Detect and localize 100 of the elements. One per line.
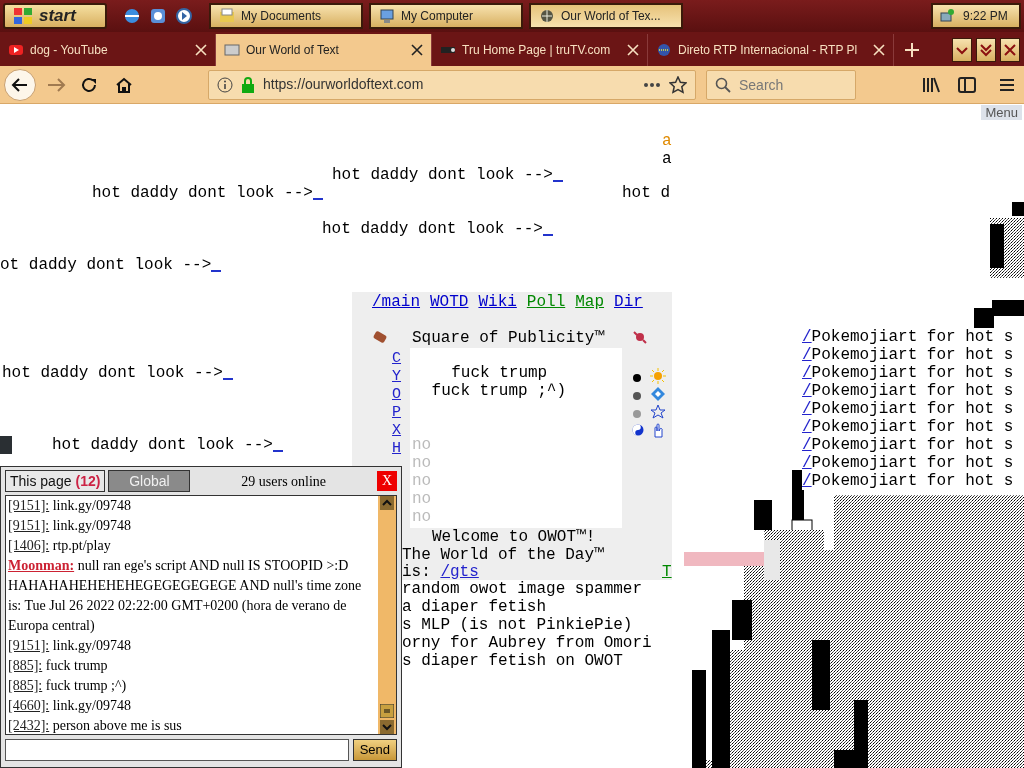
slash-link[interactable]: / xyxy=(802,454,812,472)
chat-message: [885]: fuck trump xyxy=(8,657,109,675)
slash-link[interactable]: / xyxy=(802,364,812,382)
slash-link[interactable]: / xyxy=(802,418,812,436)
star-icon[interactable] xyxy=(650,404,666,420)
search-icon xyxy=(715,76,731,93)
browser-tab[interactable]: Our World of Text xyxy=(216,34,432,66)
yin-yang-icon[interactable] xyxy=(632,424,644,436)
panel-link[interactable]: WOTD xyxy=(430,293,469,311)
menu-button[interactable]: Menu xyxy=(981,105,1022,120)
tab-title: Our World of Text xyxy=(246,42,340,59)
globe-icon xyxy=(539,8,555,24)
canvas-text: a xyxy=(662,150,672,168)
taskbar-button[interactable]: My Documents xyxy=(209,3,363,29)
taskbar-button[interactable]: My Computer xyxy=(369,3,523,29)
side-link[interactable]: X xyxy=(392,422,401,440)
close-icon[interactable] xyxy=(411,44,423,56)
sidebar-icon[interactable] xyxy=(958,75,976,94)
slash-link[interactable]: / xyxy=(802,400,812,418)
more-icon[interactable] xyxy=(643,81,661,88)
scroll-up-icon xyxy=(380,496,394,510)
chat-message: [9151]: link.gy/09748 xyxy=(8,517,132,535)
chat-message: [2432]: person above me is sus xyxy=(8,717,183,734)
canvas-text: Pokemojiart for hot s xyxy=(811,328,1014,346)
side-link[interactable]: C xyxy=(392,350,401,368)
home-icon[interactable] xyxy=(114,75,134,94)
close-button[interactable]: X xyxy=(377,471,397,491)
canvas-text: hot daddy dont look --> xyxy=(2,364,233,382)
canvas-text: s diaper fetish on OWOT xyxy=(402,652,623,670)
diamond-icon[interactable] xyxy=(650,386,666,402)
panel-link[interactable]: Map xyxy=(575,293,605,311)
close-window-button[interactable] xyxy=(1000,38,1020,62)
side-link[interactable]: O xyxy=(392,386,401,404)
panel-link[interactable]: T xyxy=(662,564,672,580)
faded-text: no xyxy=(412,490,432,508)
faded-text: no xyxy=(412,508,432,526)
back-button[interactable] xyxy=(4,68,36,101)
canvas-text: a diaper fetish xyxy=(402,598,547,616)
scroll-thumb-icon xyxy=(380,704,394,718)
taskbar-button[interactable]: Our World of Tex... xyxy=(529,3,683,29)
canvas-text: hot daddy dont look --> xyxy=(92,184,323,202)
close-icon xyxy=(1002,42,1018,58)
folder-icon xyxy=(219,8,235,24)
panel-link[interactable]: Dir xyxy=(614,293,643,311)
chat-tab[interactable]: This page (12) xyxy=(5,470,106,492)
network-icon xyxy=(939,8,955,24)
panel-title: Square of Publicity™ xyxy=(412,329,605,347)
panel-link[interactable]: Poll xyxy=(526,293,566,311)
windows-logo-icon xyxy=(13,7,33,25)
slash-link[interactable]: / xyxy=(802,436,812,454)
slash-link[interactable]: / xyxy=(802,472,812,490)
url-text: https://ourworldoftext.com xyxy=(263,75,425,94)
wotd-label: is: xyxy=(402,563,432,581)
media-player-icon[interactable] xyxy=(175,7,193,25)
computer-icon xyxy=(379,8,395,24)
send-button[interactable]: Send xyxy=(352,739,397,761)
lock-icon xyxy=(241,76,255,93)
chat-input[interactable] xyxy=(5,739,349,761)
new-tab-icon[interactable] xyxy=(904,42,920,58)
square-text: fuck trump ;^) xyxy=(430,382,567,400)
slash-link[interactable]: / xyxy=(802,382,812,400)
scrollbar[interactable] xyxy=(378,496,396,734)
faded-text: no xyxy=(412,436,432,454)
side-link[interactable]: H xyxy=(392,440,401,458)
tab-title: dog - YouTube xyxy=(30,42,109,59)
canvas-text: Pokemojiart for hot s xyxy=(811,364,1014,382)
info-icon xyxy=(217,76,233,93)
canvas-text: hot d xyxy=(622,184,670,202)
side-link[interactable]: P xyxy=(392,404,401,422)
star-icon[interactable] xyxy=(669,75,687,94)
search-field[interactable]: Search xyxy=(706,69,856,100)
site-icon xyxy=(224,42,240,58)
canvas-text: Pokemojiart for hot s xyxy=(811,418,1014,436)
canvas-text: Pokemojiart for hot s xyxy=(811,382,1014,400)
slash-link[interactable]: / xyxy=(802,346,812,364)
users-online-text: 29 users online xyxy=(240,472,328,491)
forward-icon[interactable] xyxy=(46,75,68,94)
library-icon[interactable] xyxy=(922,75,940,94)
panel-link[interactable]: /main xyxy=(372,293,420,311)
gts-link[interactable]: /gts xyxy=(440,563,479,581)
faded-text: no xyxy=(412,454,432,472)
unread-count: (12) xyxy=(75,471,101,491)
restore-button[interactable] xyxy=(976,38,996,62)
address-bar[interactable]: https://ourworldoftext.com xyxy=(208,69,696,100)
panel-link[interactable]: Wiki xyxy=(478,293,517,311)
canvas-text: a xyxy=(662,132,672,150)
canvas-text: Pokemojiart for hot s xyxy=(811,400,1014,418)
chat-message: Moonman: null ran ege's script AND null IS STOOPID >:D HAHAHAHEHEHEHEGEGEGEGEGE AND null's time zone is: Tue Jul 26 2022 02:22:00 GMT+0200 (hora de verano de Europa central) xyxy=(8,557,363,635)
chat-message: [1406]: rtp.pt/play xyxy=(8,537,112,555)
minimize-button[interactable] xyxy=(952,38,972,62)
chat-message: [9151]: link.gy/09748 xyxy=(8,637,132,655)
side-link[interactable]: Y xyxy=(392,368,401,386)
wotd-text: The World of the Day™ xyxy=(402,546,604,564)
canvas-text: Pokemojiart for hot s xyxy=(811,436,1014,454)
scroll-down-icon xyxy=(380,720,394,734)
start-button[interactable]: start xyxy=(3,3,107,29)
slash-link[interactable]: / xyxy=(802,328,812,346)
browser-icon[interactable] xyxy=(123,7,141,25)
tab-title: Direto RTP Internacional - RTP Pl xyxy=(678,42,859,59)
faded-text: no xyxy=(412,472,432,490)
